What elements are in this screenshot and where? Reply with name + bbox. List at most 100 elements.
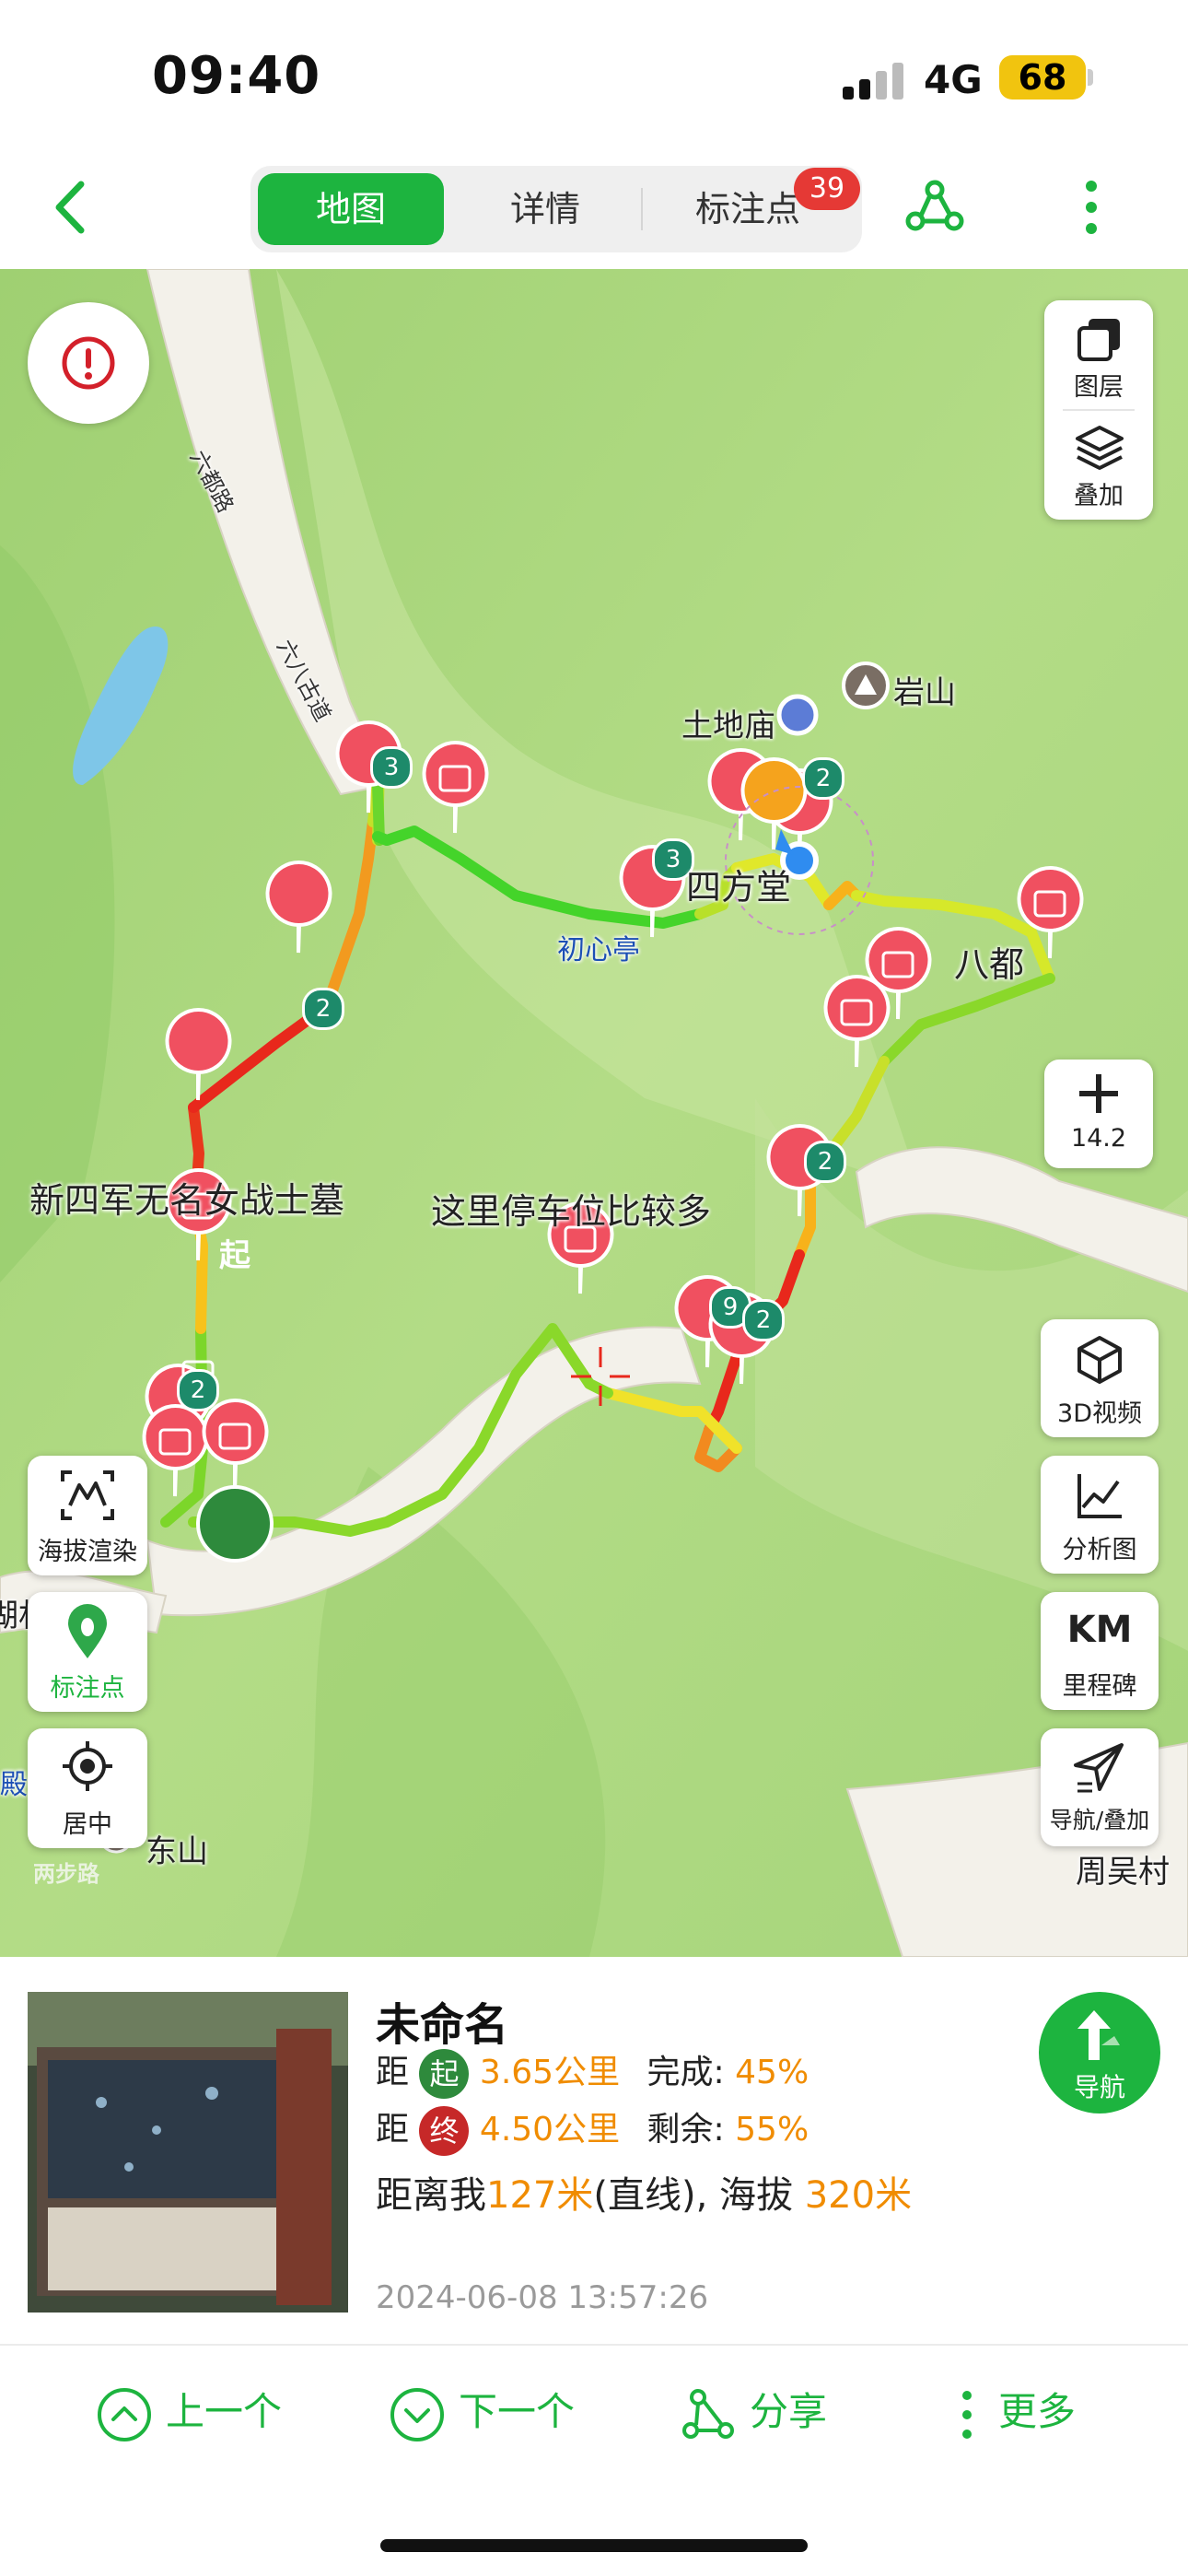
poi-zhouwucun: 周吴村	[1076, 1854, 1170, 1891]
poi-yanshan[interactable]: 岩山	[893, 667, 956, 712]
overlay-button[interactable]: 叠加	[1044, 411, 1153, 520]
markers-toggle-button[interactable]: 标注点	[28, 1592, 147, 1712]
video3d-button[interactable]: 3D视频	[1041, 1319, 1159, 1437]
cube-icon	[1077, 1336, 1122, 1384]
share-button[interactable]: 分享	[680, 2381, 827, 2454]
map-view[interactable]: 3 2 3 2 2 2 9 2 .cluster { width:40px; h…	[0, 269, 1188, 1957]
distance-end-row: 距 终 4.50公里 剩余: 55%	[376, 2102, 809, 2156]
back-chevron-icon[interactable]	[46, 175, 101, 240]
alert-button[interactable]	[28, 302, 149, 424]
cluster-badge[interactable]: 2	[802, 757, 844, 800]
more-label: 更多	[998, 2389, 1077, 2434]
distance-me-row: 距离我127米(直线), 海拔 320米	[376, 2165, 912, 2219]
distance-me-prefix: 距离我	[376, 2174, 486, 2217]
video3d-label: 3D视频	[1057, 1399, 1142, 1428]
km-icon: KM	[1066, 1609, 1133, 1651]
locate-icon	[63, 1741, 112, 1791]
layers-panel: 图层 叠加	[1044, 300, 1153, 520]
share-route-icon	[682, 2388, 734, 2439]
more-vertical-icon	[962, 2390, 972, 2439]
poi-sifangtang[interactable]: 四方堂	[686, 859, 791, 909]
analysis-label: 分析图	[1062, 1536, 1137, 1564]
tab-details[interactable]: 详情	[453, 173, 637, 245]
cluster-badge[interactable]: 2	[302, 988, 344, 1030]
home-indicator	[380, 2539, 808, 2552]
watermark: 两步路	[33, 1861, 99, 1887]
cluster-badge[interactable]: 2	[177, 1369, 219, 1411]
send-icon	[1074, 1743, 1124, 1793]
stack-icon	[1076, 426, 1124, 470]
remaining-label: 剩余:	[646, 2111, 725, 2149]
view-segmented-control: 地图 详情 标注点	[250, 166, 862, 252]
network-type: 4G	[924, 57, 983, 102]
point-timestamp: 2024-06-08 13:57:26	[376, 2279, 709, 2316]
distance-prefix: 距	[376, 2111, 410, 2149]
prev-button[interactable]: 上一个	[96, 2381, 282, 2454]
overlay-label: 叠加	[1074, 482, 1124, 510]
end-badge: 终	[419, 2106, 470, 2156]
point-photo-thumbnail[interactable]	[28, 1992, 348, 2313]
alert-icon	[62, 336, 115, 390]
signal-icon	[843, 63, 903, 100]
battery-tip	[1088, 69, 1093, 86]
prev-label: 上一个	[166, 2389, 283, 2434]
battery-level: 68	[1018, 57, 1067, 98]
distance-start-row: 距 起 3.65公里 完成: 45%	[376, 2045, 809, 2099]
start-marker[interactable]: 起	[198, 1233, 272, 1279]
distance-prefix: 距	[376, 2054, 410, 2091]
distance-me-suffix: (直线), 海拔	[593, 2174, 793, 2217]
milestone-button[interactable]: KM 里程碑	[1041, 1592, 1159, 1710]
next-button[interactable]: 下一个	[389, 2381, 575, 2454]
done-label: 完成:	[646, 2054, 725, 2091]
chevron-down-circle-icon	[390, 2387, 444, 2441]
next-label: 下一个	[459, 2389, 576, 2434]
nav-overlay-button[interactable]: 导航/叠加	[1041, 1728, 1159, 1846]
elevation-button[interactable]: 海拔渲染	[28, 1456, 147, 1575]
tab-divider	[641, 188, 643, 230]
zoom-button[interactable]: 14.2	[1044, 1060, 1153, 1168]
cluster-badge[interactable]: 3	[370, 746, 413, 789]
chart-icon	[1077, 1474, 1122, 1518]
markers-toggle-label: 标注点	[50, 1674, 125, 1703]
navigate-arrow-icon	[1077, 2010, 1120, 2060]
elevation-label: 海拔渲染	[38, 1538, 137, 1566]
elevation-icon	[61, 1470, 114, 1520]
center-button[interactable]: 居中	[28, 1728, 147, 1848]
distance-me-value: 127米	[486, 2174, 594, 2217]
milestone-label: 里程碑	[1062, 1672, 1137, 1701]
distance-to-end: 4.50公里	[479, 2111, 621, 2149]
analysis-button[interactable]: 分析图	[1041, 1456, 1159, 1574]
poi-badu: 八都	[954, 944, 1025, 985]
zoom-level: 14.2	[1070, 1124, 1127, 1153]
done-value: 45%	[735, 2054, 809, 2091]
poi-chuxinting[interactable]: 初心亭	[557, 927, 640, 967]
status-time: 09:40	[152, 46, 321, 106]
map-terrain	[0, 269, 1188, 1957]
cluster-badge[interactable]: 2	[804, 1141, 846, 1183]
nav-overlay-label: 导航/叠加	[1049, 1807, 1150, 1833]
photo-image	[28, 1992, 348, 2313]
share-label: 分享	[750, 2389, 828, 2434]
note-tomb: 新四军无名女战士墓	[29, 1180, 345, 1221]
chevron-up-circle-icon	[98, 2387, 151, 2441]
layers-button[interactable]: 图层	[1044, 300, 1153, 409]
markers-count-badge: 39	[794, 168, 860, 210]
bottom-divider	[0, 2344, 1188, 2346]
route-share-icon[interactable]	[903, 175, 967, 240]
more-button[interactable]: 更多	[949, 2381, 1076, 2454]
cluster-badge[interactable]: 2	[742, 1299, 785, 1341]
poi-tudimiao[interactable]: 土地庙	[681, 700, 775, 745]
point-title: 未命名	[376, 1999, 509, 2051]
footprint-pin-icon	[68, 1604, 107, 1658]
more-vertical-icon[interactable]	[1073, 175, 1110, 240]
note-parking: 这里停车位比较多	[431, 1191, 712, 1232]
layers-icon	[1077, 319, 1120, 361]
tab-map[interactable]: 地图	[258, 173, 444, 245]
plus-icon	[1079, 1074, 1118, 1113]
remaining-value: 55%	[735, 2111, 809, 2149]
start-badge: 起	[419, 2049, 470, 2099]
navigate-label: 导航	[1073, 2072, 1125, 2102]
altitude-value: 320米	[804, 2174, 913, 2217]
poi-dongshan[interactable]: 东山	[146, 1826, 208, 1871]
edge-label: 殿	[0, 1769, 28, 1801]
